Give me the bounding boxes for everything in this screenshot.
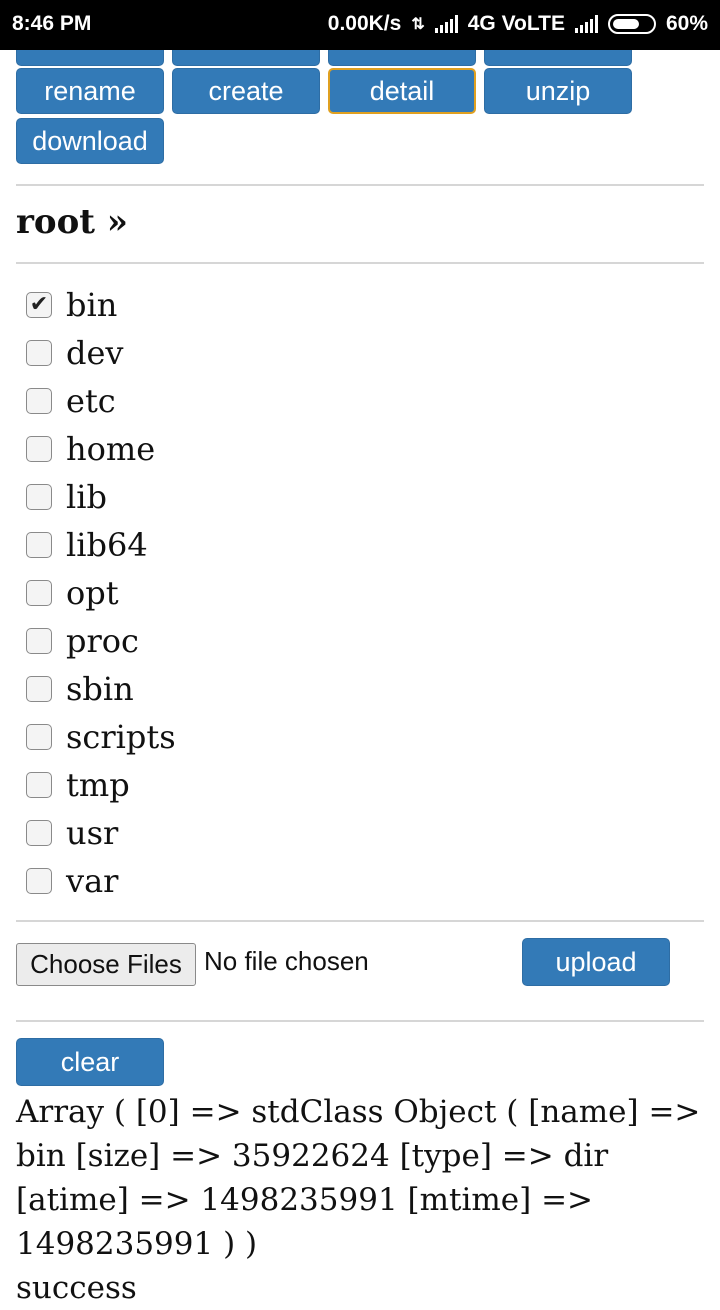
output-text: Array ( [0] => stdClass Object ( [name] … (16, 1094, 701, 1262)
file-checkbox[interactable] (26, 340, 52, 366)
file-checkbox[interactable] (26, 436, 52, 462)
file-name[interactable]: opt (66, 574, 119, 612)
file-name[interactable]: bin (66, 286, 117, 324)
status-time-overlay: 8:46 PM (12, 12, 92, 35)
breadcrumb[interactable]: root » (16, 202, 128, 242)
file-name[interactable]: lib64 (66, 526, 148, 564)
battery-icon (607, 14, 656, 34)
file-row-scripts[interactable]: scripts (26, 715, 176, 759)
file-row-proc[interactable]: proc (26, 619, 139, 663)
net-speed-overlay: 0.00K/s (327, 12, 402, 35)
divider (16, 262, 704, 264)
file-checkbox[interactable] (26, 772, 52, 798)
create-button[interactable]: create (172, 68, 320, 114)
file-row-lib64[interactable]: lib64 (26, 523, 148, 567)
file-row-dev[interactable]: dev (26, 331, 124, 375)
clear-button[interactable]: clear (16, 1038, 164, 1086)
file-checkbox[interactable] (26, 580, 52, 606)
file-row-var[interactable]: var (26, 859, 118, 903)
file-row-bin[interactable]: ✔ bin (26, 283, 117, 327)
file-checkbox[interactable]: ✔ (26, 292, 52, 318)
file-name[interactable]: scripts (66, 718, 176, 756)
network-type-overlay: 4G VoLTE (467, 12, 565, 35)
choose-files-button[interactable]: Choose Files (16, 943, 196, 986)
file-name[interactable]: usr (66, 814, 118, 852)
divider (16, 1020, 704, 1022)
file-name[interactable]: var (66, 862, 118, 900)
divider (16, 184, 704, 186)
file-name[interactable]: home (66, 430, 155, 468)
upload-button[interactable]: upload (522, 938, 670, 986)
divider (16, 920, 704, 922)
unzip-button[interactable]: unzip (484, 68, 632, 114)
file-checkbox[interactable] (26, 676, 52, 702)
file-checkbox[interactable] (26, 388, 52, 414)
signal-icon (434, 15, 458, 33)
file-checkbox[interactable] (26, 628, 52, 654)
file-name[interactable]: sbin (66, 670, 134, 708)
output-panel: Array ( [0] => stdClass Object ( [name] … (16, 1090, 706, 1310)
file-status-text: No file chosen (204, 946, 369, 976)
file-checkbox[interactable] (26, 820, 52, 846)
file-row-tmp[interactable]: tmp (26, 763, 130, 807)
file-name[interactable]: lib (66, 478, 107, 516)
file-row-opt[interactable]: opt (26, 571, 119, 615)
file-row-etc[interactable]: etc (26, 379, 116, 423)
status-bar-overlay: 8:46 PM 0.00K/s ⇅ 4G VoLTE 60% (0, 0, 720, 50)
file-name[interactable]: etc (66, 382, 116, 420)
result-text: success (16, 1270, 137, 1306)
status-indicators-overlay: 0.00K/s ⇅ 4G VoLTE 60% (328, 12, 708, 36)
download-button[interactable]: download (16, 118, 164, 164)
file-name[interactable]: tmp (66, 766, 130, 804)
battery-level-overlay: 60% (665, 12, 708, 35)
file-row-sbin[interactable]: sbin (26, 667, 134, 711)
rename-button[interactable]: rename (16, 68, 164, 114)
file-checkbox[interactable] (26, 868, 52, 894)
signal-icon (574, 15, 598, 33)
file-name[interactable]: proc (66, 622, 139, 660)
file-row-home[interactable]: home (26, 427, 155, 471)
file-row-usr[interactable]: usr (26, 811, 118, 855)
detail-button[interactable]: detail (328, 68, 476, 114)
file-checkbox[interactable] (26, 532, 52, 558)
file-name[interactable]: dev (66, 334, 124, 372)
file-checkbox[interactable] (26, 484, 52, 510)
file-checkbox[interactable] (26, 724, 52, 750)
data-arrows-icon: ⇅ (411, 16, 425, 33)
file-row-lib[interactable]: lib (26, 475, 107, 519)
